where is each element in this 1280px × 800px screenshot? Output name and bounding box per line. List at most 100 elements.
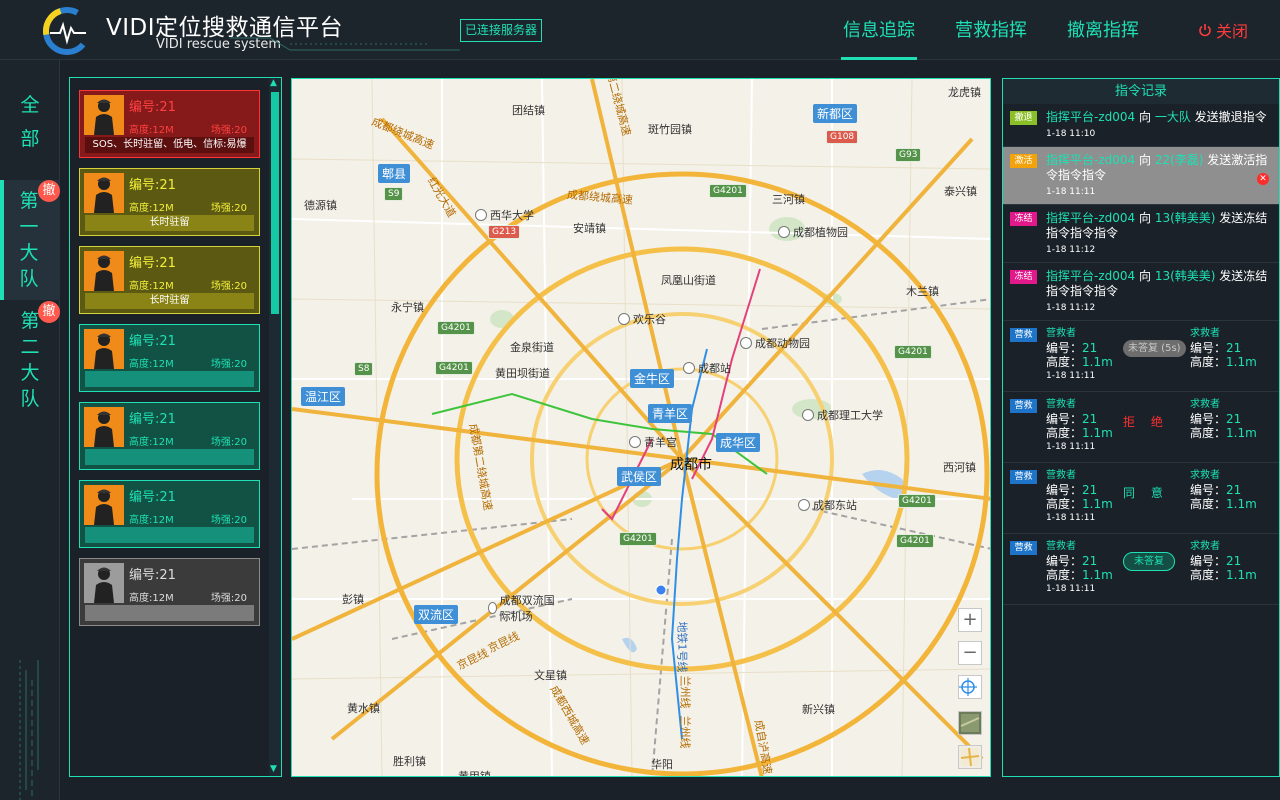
poi-label: 成都双流国际机场 [488, 592, 558, 624]
rescuer-card[interactable]: 编号:21 高度:12M 场强:20 长时驻留 [79, 168, 260, 236]
scroll-up-icon[interactable]: ▲ [270, 78, 277, 88]
map-layer-button[interactable] [958, 745, 982, 769]
district-label: 青羊区 [648, 404, 693, 423]
scroll-down-icon[interactable]: ▼ [270, 764, 277, 774]
command-source: 指挥平台-zd004 [1046, 153, 1136, 167]
rescuer-info: 营救者 编号：21 高度：1.1m [1046, 470, 1113, 511]
town-label: 黄水镇 [347, 702, 380, 715]
command-tag: 冻结 [1010, 270, 1037, 284]
city-label: 成都市 [670, 457, 712, 473]
logo-icon [43, 7, 91, 55]
zoom-out-button[interactable]: − [958, 641, 982, 665]
locate-button[interactable] [958, 675, 982, 699]
close-label: 关闭 [1216, 22, 1249, 41]
highway-shield: G4201 [898, 494, 936, 508]
rescuer-info: 营救者 编号：21 高度：1.1m [1046, 399, 1113, 440]
rescuer-code: 编号:21 [129, 256, 176, 271]
highway-shield: G4201 [437, 321, 475, 335]
firefighter-avatar-icon [84, 485, 124, 525]
side-nav: 全部 第一大队 撤 第二大队 撤 [0, 60, 60, 800]
rescuer-card[interactable]: 编号:21 高度:12M 场强:20 长时驻留 [79, 246, 260, 314]
rescue-log-entry[interactable]: 营救 营救者 编号：21 高度：1.1m 同 意 求救者 编号：21 高度：1.1m 1-18 … [1003, 463, 1279, 534]
command-text: 指挥平台-zd004 向 13(韩美美) 发送冻结指令指令指令 [1046, 211, 1272, 241]
rescuer-height: 高度:12M [129, 593, 174, 604]
road-label: 兰州线 [678, 675, 692, 709]
rescuer-status-bar [85, 605, 254, 621]
rescuer-card[interactable]: 编号:21 高度:12M 场强:20 [79, 558, 260, 626]
highway-shield: G108 [826, 130, 859, 144]
rescue-status: 同 意 [1123, 484, 1169, 501]
rescuer-height: 高度:12M [129, 359, 174, 370]
rescue-log-entry[interactable]: 营救 营救者 编号：21 高度：1.1m 未答复 求救者 编号：21 高度：1.1m 1-18 … [1003, 534, 1279, 605]
command-verb: 向 [1138, 269, 1151, 283]
close-button[interactable]: 关闭 [1198, 18, 1248, 42]
seeker-info: 求救者 编号：21 高度：1.1m [1190, 399, 1257, 440]
town-label: 永宁镇 [391, 301, 424, 314]
rescuer-card[interactable]: 编号:21 高度:12M 场强:20 [79, 324, 260, 392]
district-label: 金牛区 [630, 369, 675, 388]
rescuer-code: 编号:21 [129, 334, 176, 349]
side-item-label: 第一大队 [19, 190, 39, 290]
rescuer-signal-strength: 场强:20 [210, 203, 247, 214]
rescuer-height: 高度:12M [129, 515, 174, 526]
zoom-in-button[interactable]: + [958, 608, 982, 632]
command-log-entry[interactable]: 冻结 指挥平台-zd004 向 13(韩美美) 发送冻结指令指令指令 1-18 11… [1003, 205, 1279, 263]
command-log-entry[interactable]: 激活 指挥平台-zd004 向 22(李磊) 发送激活指令指令指令 1-18 11:… [1003, 147, 1279, 205]
command-tag: 冻结 [1010, 212, 1037, 226]
rescuer-signal-strength: 场强:20 [210, 281, 247, 292]
town-label: 胜利镇 [393, 755, 426, 768]
command-log-entry[interactable]: 冻结 指挥平台-zd004 向 13(韩美美) 发送冻结指令指令指令 1-18 11… [1003, 263, 1279, 321]
command-text: 指挥平台-zd004 向 22(李磊) 发送激活指令指令指令 [1046, 153, 1272, 183]
poi-label: 成都动物园 [740, 335, 810, 351]
unanswered-status-pill: 未答复 [1123, 552, 1175, 571]
command-tag: 激活 [1010, 154, 1037, 168]
town-label: 德源镇 [304, 199, 337, 212]
rescuer-signal-strength: 场强:20 [210, 359, 247, 370]
map-roads [292, 79, 990, 776]
rescue-status: 未答复 [1123, 552, 1175, 571]
tab-rescue-command[interactable]: 营救指挥 [955, 16, 1027, 60]
town-label: 黄甲镇 [458, 770, 491, 777]
rescuer-code: 编号:21 [129, 178, 176, 193]
rescuer-signal-strength: 场强:20 [210, 125, 247, 136]
rescuer-card[interactable]: 编号:21 高度:12M 场强:20 [79, 480, 260, 548]
district-label: 双流区 [414, 605, 459, 624]
connection-status-badge: 已连接服务器 [460, 19, 543, 42]
rescuer-signal-strength: 场强:20 [210, 593, 247, 604]
side-item-team-2[interactable]: 第二大队 [0, 308, 60, 418]
command-log-entry[interactable]: 撤退 指挥平台-zd004 向 一大队 发送撤退指令 1-18 11:10 [1003, 104, 1279, 147]
command-time: 1-18 11:10 [1046, 129, 1096, 139]
rescue-log-entry[interactable]: 营救 营救者 编号：21 高度：1.1m 拒 绝 求救者 编号：21 高度：1.1m 1-18 … [1003, 392, 1279, 463]
rescuer-card[interactable]: 编号:21 高度:12M 场强:20 [79, 402, 260, 470]
poi-label: 成都植物园 [778, 224, 848, 240]
poi-label: 青羊宫 [629, 434, 677, 450]
poi-label: 欢乐谷 [618, 311, 666, 327]
firefighter-avatar-icon [84, 173, 124, 213]
header-decoration [230, 37, 460, 51]
command-action: 发送撤退指令 [1194, 110, 1267, 124]
side-item-all[interactable]: 全部 [0, 88, 60, 156]
town-label: 安靖镇 [573, 222, 606, 235]
rescue-tag: 营救 [1010, 328, 1037, 342]
list-scrollbar[interactable]: ▲ ▼ [269, 78, 281, 776]
command-verb: 向 [1138, 153, 1151, 167]
rescue-log-entry[interactable]: 营救 营救者 编号：21 高度：1.1m 未答复 (5s) 求救者 编号：21 高度：1.1m… [1003, 321, 1279, 392]
district-label: 温江区 [301, 387, 346, 406]
scroll-thumb[interactable] [271, 92, 279, 314]
error-icon[interactable]: ✕ [1257, 173, 1269, 185]
satellite-layer-button[interactable] [958, 711, 982, 735]
highway-shield: G4201 [619, 532, 657, 546]
tab-evacuation-command[interactable]: 撤离指挥 [1067, 16, 1139, 60]
rescue-time: 1-18 11:11 [1046, 442, 1096, 452]
rescuer-info: 营救者 编号：21 高度：1.1m [1046, 328, 1113, 369]
top-header: VIDI定位搜救通信平台 VIDI rescue system 已连接服务器 信… [0, 0, 1280, 60]
rescuer-status-bar: 长时驻留 [85, 293, 254, 309]
rescue-time: 1-18 11:11 [1046, 513, 1096, 523]
command-log-title: 指令记录 [1003, 79, 1279, 104]
rescuer-card[interactable]: 编号:21 高度:12M 场强:20 SOS、长时驻留、低电、信标:易爆 [79, 90, 260, 158]
rescuer-status-bar [85, 371, 254, 387]
tab-info-tracking[interactable]: 信息追踪 [841, 16, 917, 60]
town-label: 彭镇 [342, 593, 364, 606]
map-view[interactable]: 新都区 郫县 金牛区 青羊区 成华区 武侯区 温江区 双流区 成都市 龙虎镇 团… [291, 78, 991, 777]
map-thumb-icon [960, 747, 980, 767]
